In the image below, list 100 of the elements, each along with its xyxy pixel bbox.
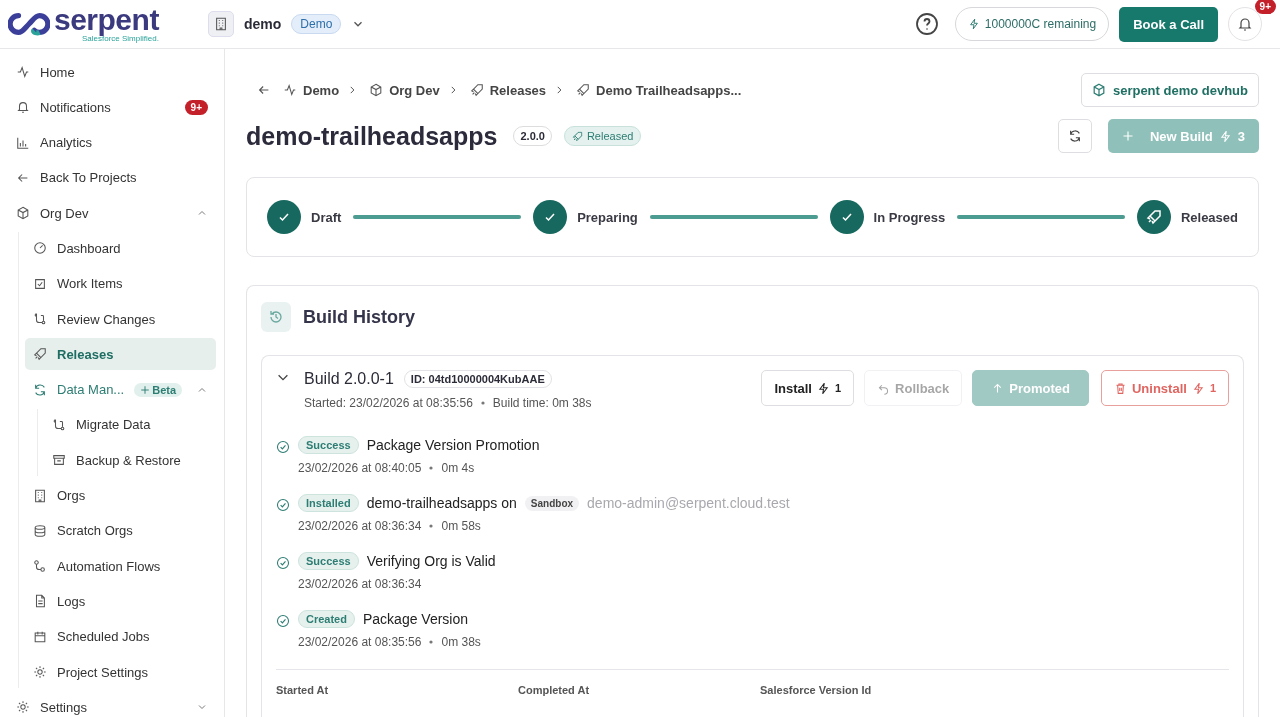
step-label: Preparing: [577, 209, 638, 225]
branch-icon: [33, 312, 47, 327]
check-icon: [276, 440, 290, 454]
plus-icon: [1121, 130, 1134, 142]
sidebar-item[interactable]: Settings: [8, 691, 216, 717]
build-started: Started: 23/02/2026 at 08:35:56: [304, 396, 473, 410]
cube-icon: [16, 206, 30, 221]
notification-badge: 9+: [1254, 0, 1276, 14]
branch-icon: [52, 417, 66, 432]
sidebar-item[interactable]: Releases: [25, 338, 216, 371]
notifications-button[interactable]: [1228, 7, 1262, 41]
event-title: Verifying Org is Valid: [366, 553, 496, 569]
gear-icon: [33, 665, 47, 680]
back-icon[interactable]: [257, 83, 271, 97]
sidebar-item[interactable]: Project Settings: [25, 656, 216, 689]
help-icon[interactable]: [914, 12, 939, 36]
action-button[interactable]: Install 1: [761, 370, 855, 406]
event-title: demo-trailheadsapps on: [366, 495, 517, 511]
cube-icon: [369, 83, 384, 97]
brand-tagline: Salesforce Simplified.: [81, 35, 159, 43]
column-header: Completed At: [518, 684, 591, 696]
event-title: Package Version Promotion: [366, 437, 540, 453]
nodes-icon: [33, 559, 47, 574]
status-badge: Created: [298, 610, 355, 628]
archive-icon: [52, 453, 66, 468]
action-button[interactable]: Uninstall 1: [1100, 370, 1229, 406]
step-label: Released: [1180, 209, 1238, 225]
separator-dot: [480, 401, 485, 405]
bolt-icon: [1191, 381, 1205, 395]
brand-name: serpent: [54, 5, 159, 35]
sidebar-item[interactable]: Migrate Data: [44, 408, 216, 441]
rocket-icon: [571, 130, 583, 142]
sidebar-item[interactable]: Review Changes: [25, 303, 216, 336]
event-date: 23/02/2026 at 08:40:05: [298, 461, 422, 475]
rocket-icon: [576, 83, 591, 97]
sidebar-item[interactable]: Scratch Orgs: [25, 514, 216, 547]
separator-dot: [429, 524, 434, 528]
build-time: Build time: 0m 38s: [492, 396, 592, 410]
database-icon: [33, 523, 47, 538]
sidebar-item[interactable]: Automation Flows: [25, 550, 216, 583]
version-badge: 2.0.0: [513, 126, 552, 146]
bell-icon: [1237, 16, 1253, 32]
breadcrumb-link[interactable]: Releases: [469, 82, 547, 98]
sidebar-item[interactable]: Analytics: [8, 126, 216, 159]
activity-icon: [283, 83, 297, 97]
credits-button[interactable]: 1000000C remaining: [954, 7, 1110, 41]
calendar-icon: [33, 629, 47, 644]
sidebar-item[interactable]: Orgs: [25, 479, 216, 512]
step-label: In Progress: [873, 209, 946, 225]
book-call-button[interactable]: Book a Call: [1119, 6, 1218, 42]
cube-icon: [1091, 83, 1106, 97]
user-email: demo-admin@serpent.cloud.test: [587, 495, 790, 511]
building-icon: [33, 488, 47, 503]
trash-icon: [1113, 381, 1127, 395]
org-type-badge: Sandbox: [524, 495, 580, 511]
event-title: Package Version: [362, 611, 469, 627]
bolt-icon: [1218, 129, 1232, 143]
refresh-button[interactable]: [1057, 119, 1092, 153]
rocket-icon: [33, 347, 47, 362]
status-badge: Success: [298, 552, 359, 570]
breadcrumb-link[interactable]: Demo: [283, 82, 340, 98]
logo-icon: [8, 10, 50, 38]
column-header: Salesforce Version Id: [760, 684, 872, 696]
refresh-icon: [1067, 129, 1082, 143]
bolt-icon: [817, 381, 830, 395]
column-header: Started At: [276, 684, 330, 696]
sidebar-item[interactable]: Home: [8, 56, 216, 88]
building-icon[interactable]: [208, 11, 234, 37]
gauge-icon: [33, 241, 47, 256]
event-duration: 0m 4s: [441, 461, 475, 475]
sidebar-item[interactable]: Backup & Restore: [44, 444, 216, 477]
devhub-button[interactable]: serpent demo devhub: [1080, 73, 1259, 107]
bar-chart-icon: [16, 135, 30, 150]
status-badge: Success: [298, 436, 359, 454]
bell-icon: [16, 100, 30, 115]
sidebar-item[interactable]: Data Man... Beta: [25, 373, 216, 406]
beta-label: Beta: [152, 383, 177, 396]
section-title: Build History: [303, 306, 415, 328]
status-badge: Installed: [298, 494, 359, 512]
sidebar-item[interactable]: Logs: [25, 585, 216, 618]
org-name: demo: [244, 16, 282, 32]
breadcrumb-link[interactable]: Org Dev: [369, 82, 440, 98]
event-date: 23/02/2026 at 08:36:34: [298, 519, 422, 533]
sidebar-item[interactable]: Scheduled Jobs: [25, 620, 216, 653]
sidebar-item[interactable]: Notifications 9+: [8, 91, 216, 124]
step-label: Draft: [311, 209, 342, 225]
check-icon: [276, 614, 290, 628]
checkbox-icon: [33, 276, 47, 291]
sidebar-item[interactable]: Work Items: [25, 267, 216, 300]
sidebar-item[interactable]: Dashboard: [25, 232, 216, 265]
sidebar-item[interactable]: Back To Projects: [8, 161, 216, 194]
breadcrumb-link[interactable]: Demo Trailheadsapps...: [576, 82, 742, 98]
build-title: Build 2.0.0-1: [304, 370, 394, 388]
sidebar-item[interactable]: Org Dev: [8, 197, 216, 230]
status-badge: Released: [563, 126, 642, 146]
rocket-icon: [469, 83, 484, 97]
check-icon: [276, 498, 290, 512]
activity-icon: [16, 65, 30, 79]
separator-dot: [429, 466, 434, 470]
check-icon: [276, 556, 290, 570]
